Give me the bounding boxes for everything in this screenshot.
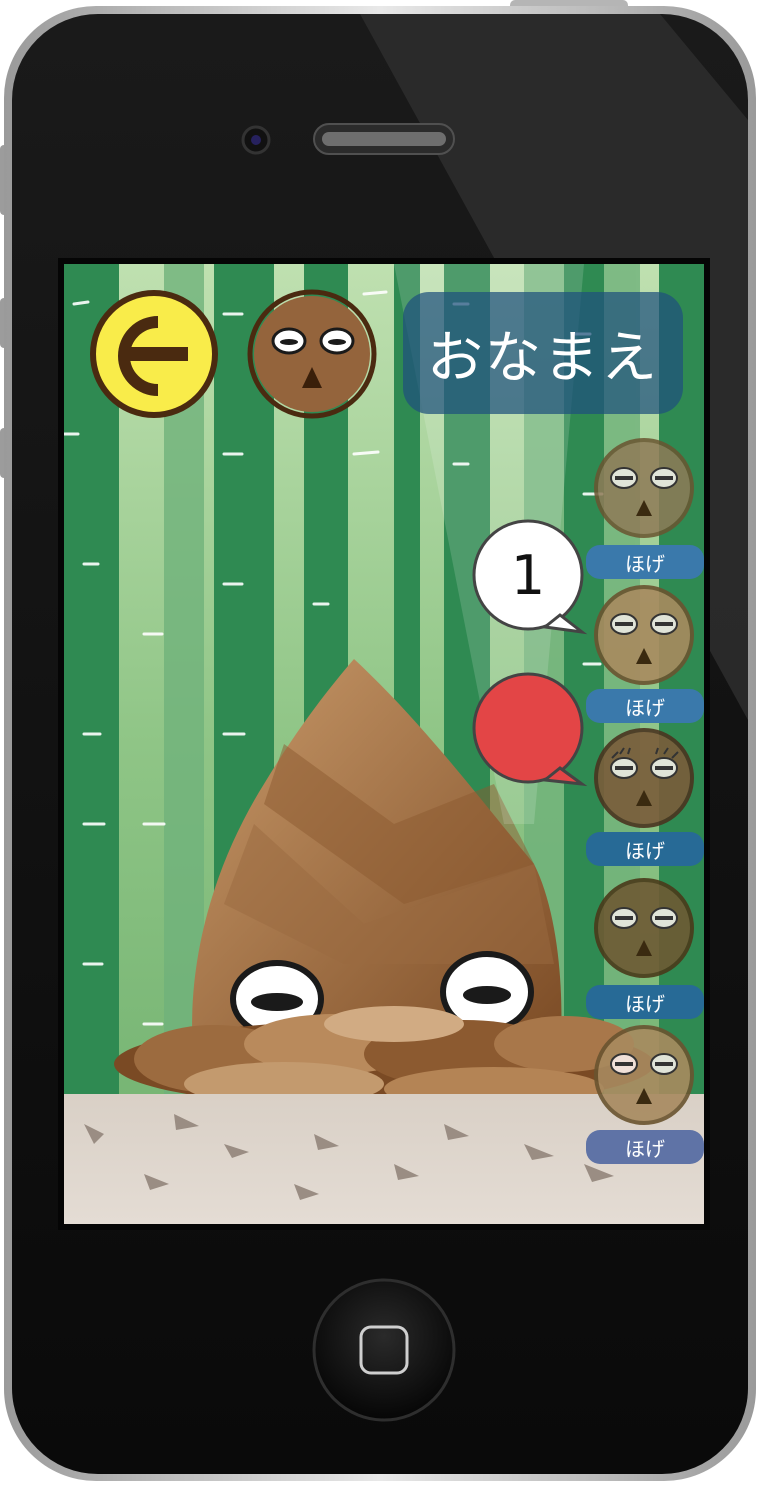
- character-label-2[interactable]: ほげ: [586, 689, 704, 723]
- name-title-text: おなまえ: [427, 325, 659, 391]
- avatar-button[interactable]: [250, 292, 374, 416]
- character-label-1[interactable]: ほげ: [586, 545, 704, 579]
- character-label-text: ほげ: [625, 1136, 665, 1161]
- character-slot-5[interactable]: [590, 1025, 700, 1125]
- name-title-box[interactable]: おなまえ: [403, 292, 683, 414]
- character-label-text: ほげ: [625, 551, 665, 576]
- count-value: 1: [510, 543, 546, 607]
- character-label-3[interactable]: ほげ: [586, 832, 704, 866]
- character-slot-1[interactable]: [590, 438, 700, 542]
- count-speech-bubble: 1: [476, 530, 580, 620]
- character-label-text: ほげ: [625, 991, 665, 1016]
- home-button[interactable]: [314, 1280, 454, 1420]
- character-label-text: ほげ: [625, 695, 665, 720]
- back-button[interactable]: [92, 292, 216, 416]
- character-slot-3[interactable]: [590, 728, 700, 828]
- character-label-4[interactable]: ほげ: [586, 985, 704, 1019]
- character-label-text: ほげ: [625, 838, 665, 863]
- character-label-5[interactable]: ほげ: [586, 1130, 704, 1164]
- character-slot-2[interactable]: [590, 585, 700, 685]
- character-slot-4[interactable]: [590, 878, 700, 978]
